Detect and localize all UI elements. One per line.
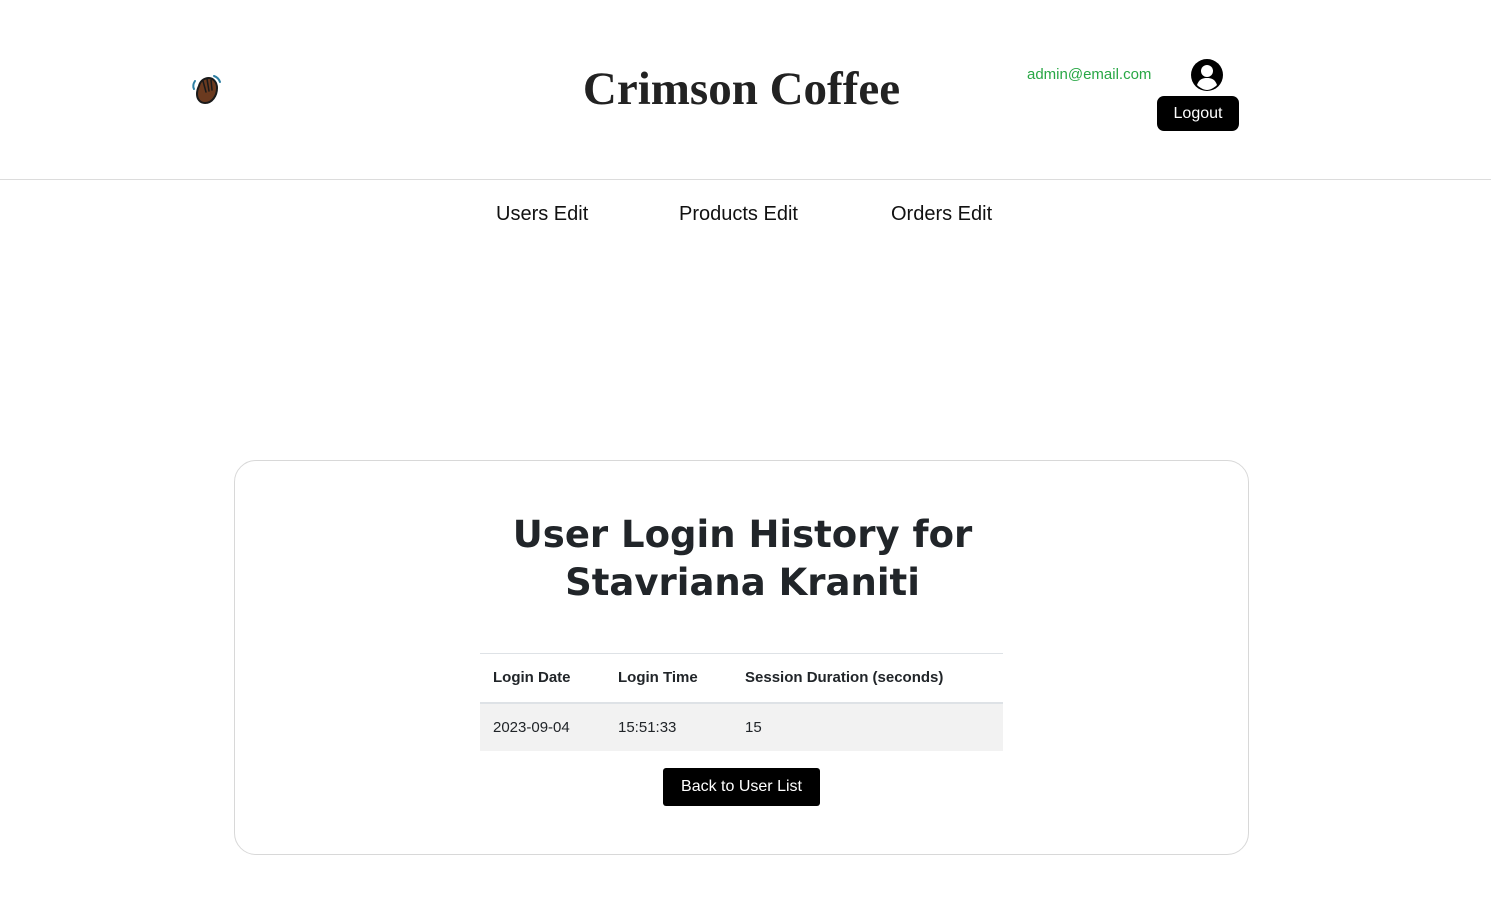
login-history-table: Login Date Login Time Session Duration (… (480, 653, 1003, 751)
cell-session-duration: 15 (732, 702, 1003, 751)
brand-title: Crimson Coffee (582, 63, 901, 115)
login-history-card: User Login History for Stavriana Kraniti… (234, 460, 1249, 855)
column-header-session-duration: Session Duration (seconds) (732, 653, 1003, 704)
table-header-row: Login Date Login Time Session Duration (… (480, 653, 1003, 704)
cell-login-time: 15:51:33 (605, 702, 732, 751)
nav-products-edit[interactable]: Products Edit (679, 203, 798, 226)
column-header-login-date: Login Date (480, 653, 605, 704)
back-to-user-list-button[interactable]: Back to User List (663, 768, 820, 806)
title-line-1: User Login History for (512, 513, 973, 556)
nav-orders-edit[interactable]: Orders Edit (891, 203, 992, 226)
column-header-login-time: Login Time (605, 653, 732, 704)
page-title: User Login History for Stavriana Kraniti (235, 511, 1250, 607)
title-line-2: Stavriana Kraniti (565, 561, 920, 604)
site-header: Crimson Coffee admin@email.com Logout (0, 0, 1491, 180)
logout-button[interactable]: Logout (1157, 96, 1239, 131)
cell-login-date: 2023-09-04 (480, 702, 605, 751)
nav-users-edit[interactable]: Users Edit (496, 203, 588, 226)
user-email: admin@email.com (1027, 66, 1152, 83)
user-circle-icon[interactable] (1190, 58, 1224, 92)
table-row: 2023-09-04 15:51:33 15 (480, 702, 1003, 751)
